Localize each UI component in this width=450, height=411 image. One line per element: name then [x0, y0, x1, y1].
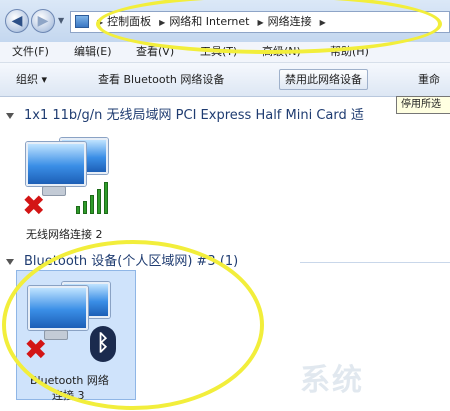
group-header-wireless[interactable]: 1x1 11b/g/n 无线局域网 PCI Express Half Mini …: [0, 106, 450, 126]
collapse-triangle-icon[interactable]: [6, 113, 14, 119]
forward-arrow-icon[interactable]: ▶: [31, 9, 55, 33]
menu-file[interactable]: 文件(F): [12, 42, 49, 62]
control-panel-icon: [75, 15, 89, 28]
history-dropdown-icon[interactable]: ▼: [58, 16, 64, 25]
group-title: 1x1 11b/g/n 无线局域网 PCI Express Half Mini …: [24, 108, 364, 123]
collapse-triangle-icon[interactable]: [6, 259, 14, 265]
toolbar: 组织 ▾ 查看 Bluetooth 网络设备 禁用此网络设备 重命: [0, 63, 450, 97]
menu-edit[interactable]: 编辑(E): [74, 42, 112, 62]
organize-button[interactable]: 组织 ▾: [16, 63, 47, 96]
watermark: 系统: [300, 363, 364, 398]
view-bluetooth-devices-button[interactable]: 查看 Bluetooth 网络设备: [98, 63, 224, 96]
red-x-icon: ✖: [22, 189, 46, 222]
signal-bars-icon: [76, 180, 112, 214]
rename-button[interactable]: 重命: [418, 63, 440, 96]
disable-device-button[interactable]: 禁用此网络设备: [279, 69, 368, 90]
back-arrow-icon[interactable]: ◀: [5, 9, 29, 33]
adapter-label: 无线网络连接 2: [26, 228, 103, 241]
annotation-ellipse-bluetooth: [2, 240, 264, 410]
